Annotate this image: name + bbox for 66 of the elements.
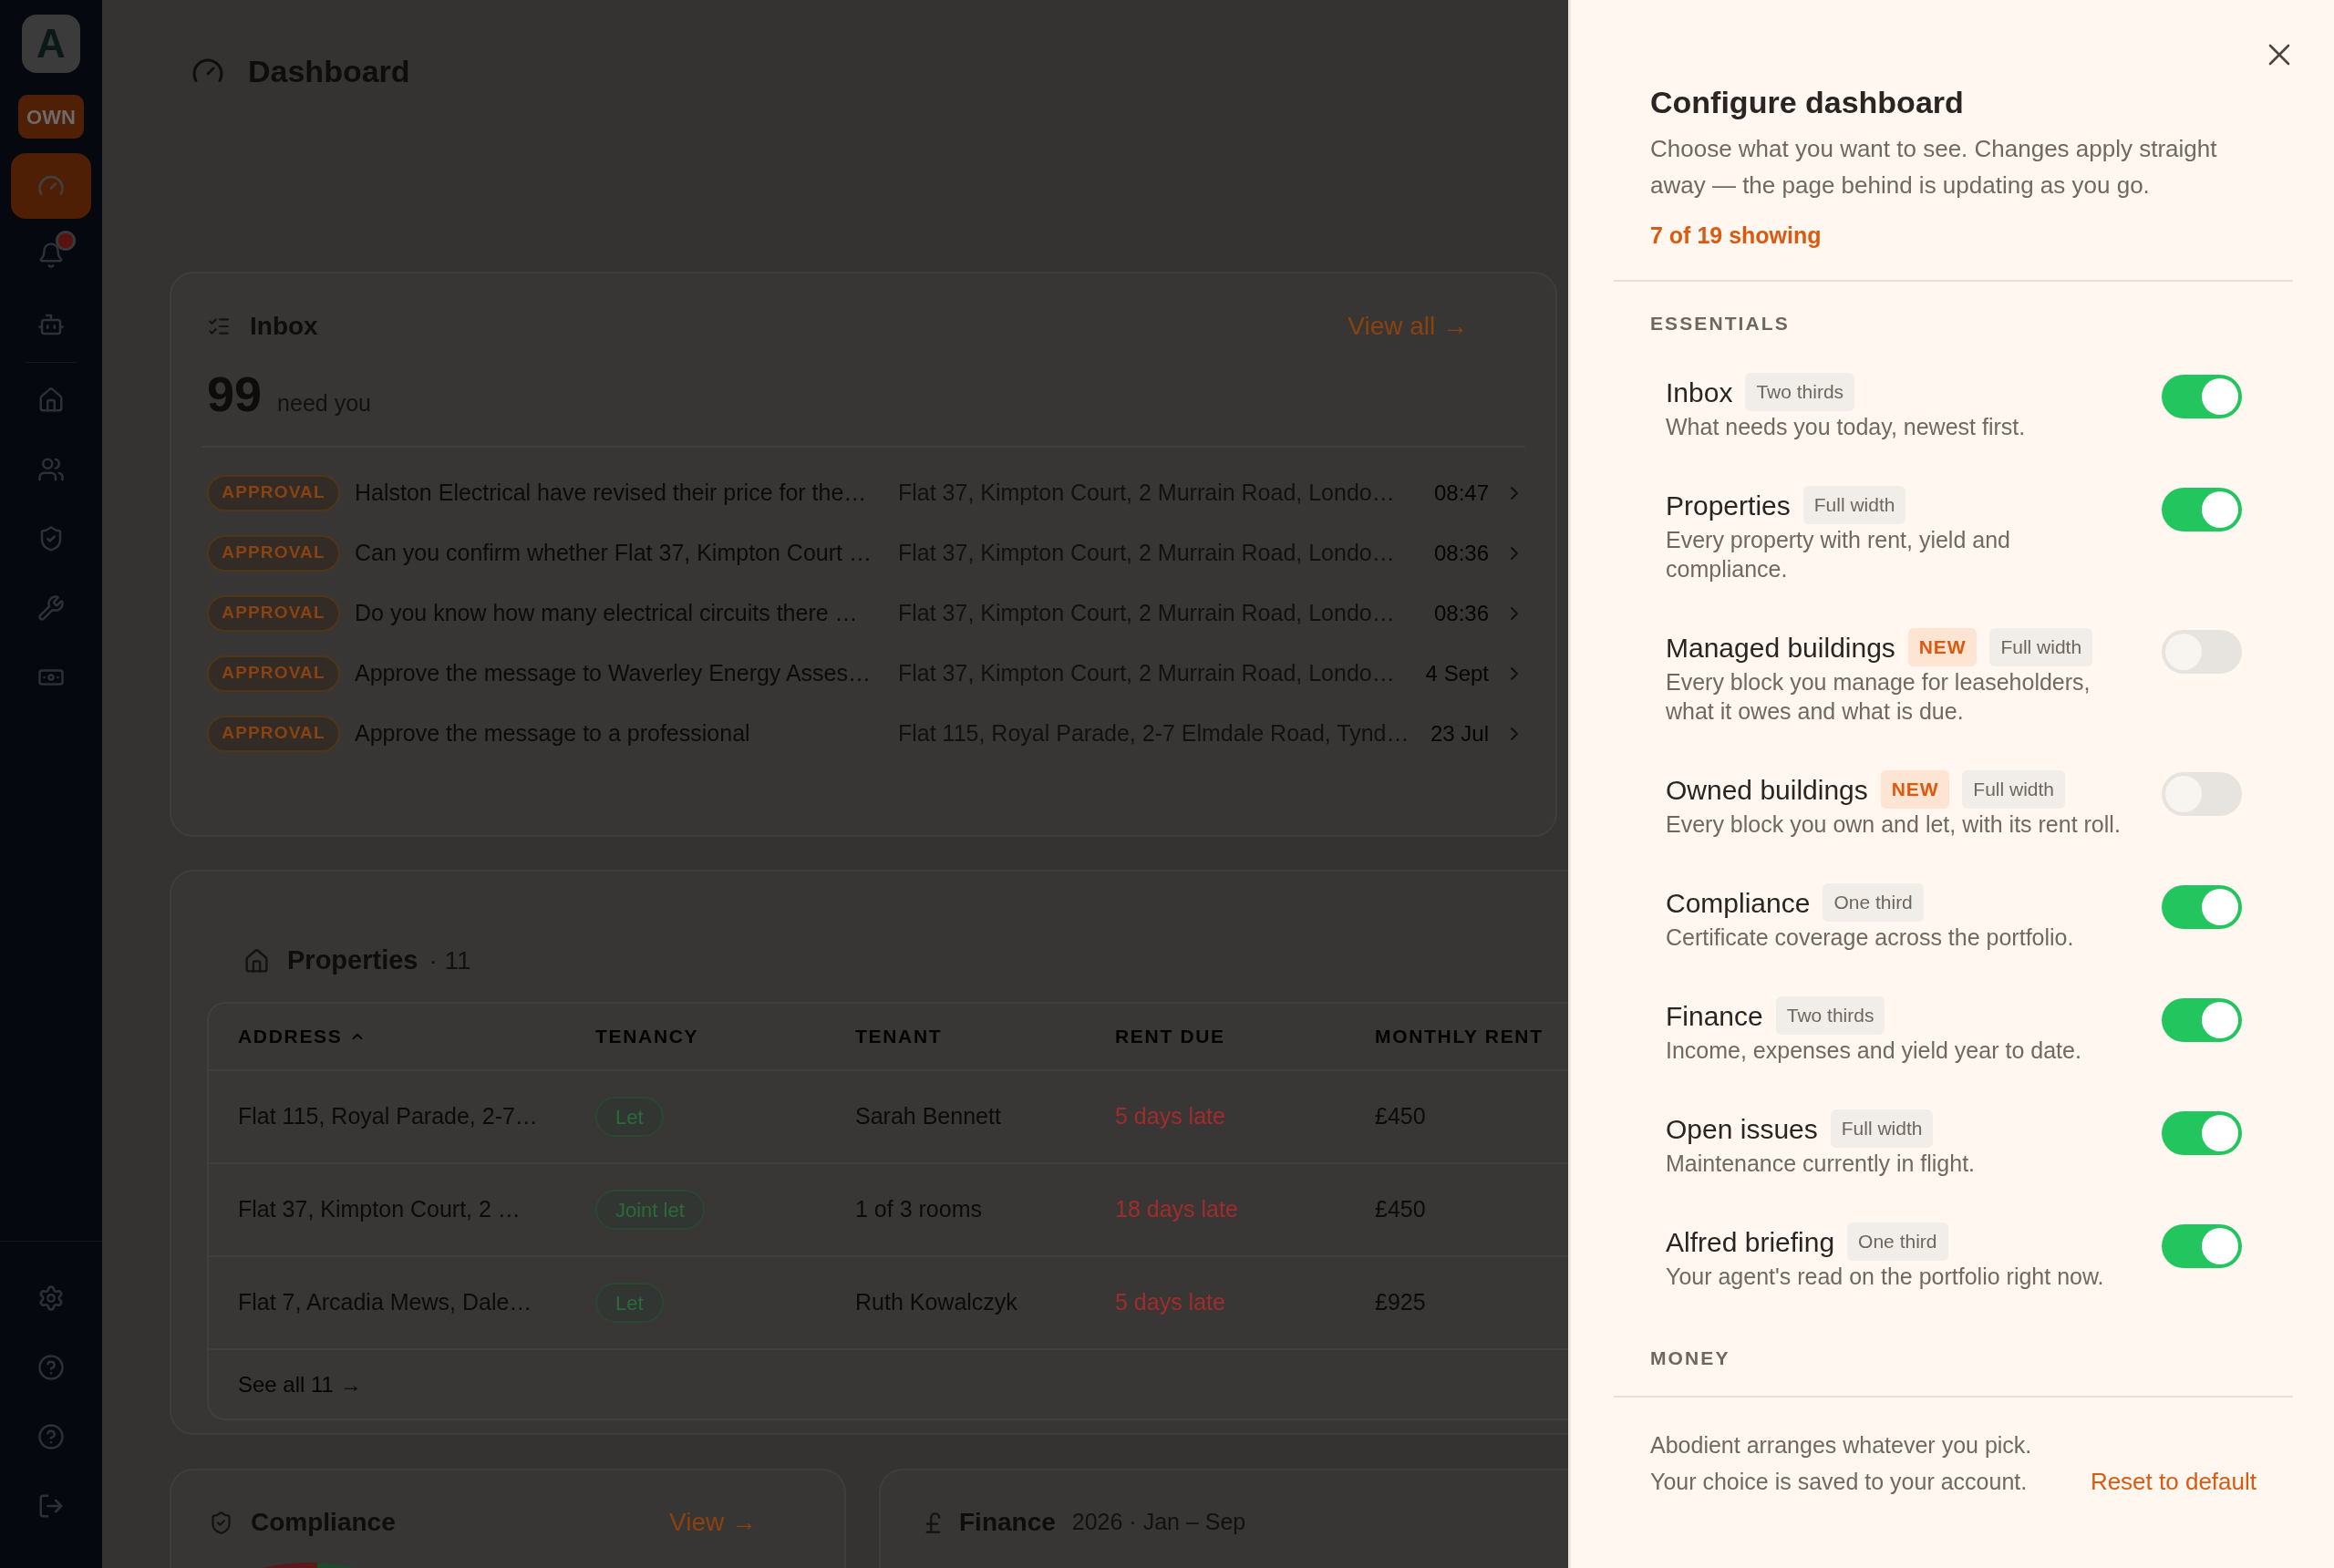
widget-name: Inbox bbox=[1666, 376, 1733, 409]
panel-description: Choose what you want to see. Changes apply straight away — the page behind is updating as you go. bbox=[1650, 134, 2218, 201]
house-icon bbox=[37, 387, 65, 414]
size-tag: Full width bbox=[1962, 770, 2066, 809]
settings-icon bbox=[37, 1284, 65, 1312]
toggle-switch[interactable] bbox=[2162, 488, 2242, 531]
footer-note: Your choice is saved to your account. bbox=[1650, 1468, 2028, 1496]
mode-badge: OWN bbox=[18, 95, 84, 139]
toggle-switch[interactable] bbox=[2162, 885, 2242, 929]
bell-icon bbox=[37, 242, 65, 269]
widget-description: Certificate coverage across the portfolio. bbox=[1666, 923, 2074, 952]
approval-tag: APPROVAL bbox=[207, 594, 340, 632]
footer-note: Abodient arranges whatever you pick. bbox=[1650, 1431, 2032, 1460]
widget-description: What needs you today, newest first. bbox=[1666, 413, 2026, 441]
rent-due-cell-text: 5 days late bbox=[1115, 1102, 1225, 1131]
rent-due-cell-text: 5 days late bbox=[1115, 1288, 1225, 1317]
widget-name: Finance bbox=[1666, 999, 1763, 1033]
approval-tag: APPROVAL bbox=[207, 534, 340, 572]
widget-description: Every block you own and let, with its rent roll. bbox=[1666, 810, 2121, 839]
panel-title: Configure dashboard bbox=[1650, 84, 1964, 120]
widget-description: Income, expenses and yield year to date. bbox=[1666, 1037, 2081, 1065]
approval-tag: APPROVAL bbox=[207, 655, 340, 692]
widget-name: Managed buildings bbox=[1666, 631, 1895, 665]
widget-description: Your agent's read on the portfolio right now. bbox=[1666, 1263, 2104, 1291]
rent-due-cell-text: 18 days late bbox=[1115, 1195, 1238, 1224]
shield-check-icon bbox=[209, 1510, 233, 1535]
size-tag: Two thirds bbox=[1775, 996, 1885, 1035]
help-icon bbox=[37, 1354, 65, 1381]
section-heading: ESSENTIALS bbox=[1650, 313, 1790, 335]
showing-count: 7 of 19 showing bbox=[1650, 222, 1822, 250]
size-tag: Full width bbox=[1989, 628, 2093, 666]
toggle-switch[interactable] bbox=[2162, 375, 2242, 418]
size-tag: Full width bbox=[1802, 486, 1906, 524]
size-tag: One third bbox=[1823, 883, 1924, 922]
people-icon bbox=[37, 456, 65, 483]
widget-description: Every property with rent, yield and compliance. bbox=[1666, 526, 2011, 583]
widget-name: Properties bbox=[1666, 489, 1791, 522]
toggle-switch[interactable] bbox=[2162, 1111, 2242, 1155]
section-heading: MONEY bbox=[1650, 1347, 1730, 1369]
toggle-switch[interactable] bbox=[2162, 772, 2242, 816]
new-tag: NEW bbox=[1907, 628, 1978, 666]
view-all-link[interactable]: View all → bbox=[1348, 307, 1468, 346]
size-tag: Full width bbox=[1830, 1109, 1934, 1148]
widget-name: Open issues bbox=[1666, 1112, 1818, 1146]
logout-icon bbox=[37, 1492, 65, 1520]
size-tag: Two thirds bbox=[1745, 373, 1855, 411]
toggle-switch[interactable] bbox=[2162, 1224, 2242, 1268]
new-tag: NEW bbox=[1880, 770, 1950, 809]
view-link[interactable]: View → bbox=[669, 1503, 757, 1542]
toggle-switch[interactable] bbox=[2162, 630, 2242, 674]
widget-name: Compliance bbox=[1666, 886, 1811, 920]
wrench-icon bbox=[37, 594, 65, 622]
approval-tag: APPROVAL bbox=[207, 715, 340, 752]
toggle-switch[interactable] bbox=[2162, 998, 2242, 1042]
widget-name: Owned buildings bbox=[1666, 773, 1868, 807]
house-icon bbox=[243, 947, 270, 975]
widget-name: Alfred briefing bbox=[1666, 1225, 1835, 1259]
size-tag: One third bbox=[1847, 1222, 1948, 1261]
nav-button[interactable] bbox=[11, 153, 91, 219]
approval-tag: APPROVAL bbox=[207, 474, 340, 511]
close-icon bbox=[2268, 44, 2290, 66]
widget-description: Every block you manage for leaseholders, what it owes and what is due. bbox=[1666, 668, 2091, 726]
reset-link[interactable]: Reset to default bbox=[2090, 1465, 2257, 1498]
widget-description: Maintenance currently in flight. bbox=[1666, 1150, 1976, 1178]
close-button[interactable] bbox=[2268, 44, 2290, 66]
help-icon bbox=[37, 1423, 65, 1450]
